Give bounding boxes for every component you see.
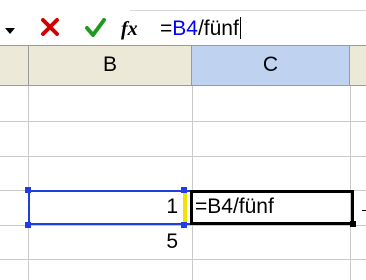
formula-input[interactable]: =B4/fünf bbox=[160, 16, 241, 42]
cell-b4[interactable]: 1 bbox=[28, 190, 178, 225]
column-gridline bbox=[192, 86, 193, 280]
formula-bar: fx =B4/fünf bbox=[0, 0, 366, 46]
insert-function-icon[interactable]: fx bbox=[121, 18, 138, 40]
column-header-b[interactable]: B bbox=[28, 46, 192, 86]
text-cursor bbox=[239, 17, 241, 39]
fill-handle[interactable] bbox=[350, 221, 356, 227]
formula-suffix: /fünf bbox=[197, 17, 239, 40]
cancel-icon[interactable] bbox=[40, 17, 60, 37]
row-gridline bbox=[0, 121, 366, 122]
reference-handle[interactable] bbox=[181, 187, 187, 193]
formula-prefix: = bbox=[160, 17, 173, 40]
column-header-d[interactable] bbox=[350, 46, 366, 86]
enter-icon[interactable] bbox=[84, 18, 106, 38]
formula-reference: B4 bbox=[172, 17, 198, 40]
column-header-c[interactable]: C bbox=[192, 46, 350, 86]
spreadsheet-grid: B C 1 =B4/fünf 5 bbox=[0, 46, 366, 280]
row-gridline bbox=[0, 156, 366, 157]
toolbar-divider bbox=[130, 10, 366, 11]
reference-handle[interactable] bbox=[181, 222, 187, 228]
reference-marker bbox=[183, 190, 187, 225]
tick-mark bbox=[362, 210, 366, 211]
column-header-a[interactable] bbox=[0, 46, 28, 86]
cell-b5[interactable]: 5 bbox=[28, 227, 178, 257]
column-gridline bbox=[350, 86, 351, 280]
cell-c4-editing[interactable]: =B4/fünf bbox=[195, 190, 274, 225]
name-box-dropdown-icon[interactable] bbox=[5, 28, 15, 34]
row-gridline bbox=[0, 259, 366, 260]
